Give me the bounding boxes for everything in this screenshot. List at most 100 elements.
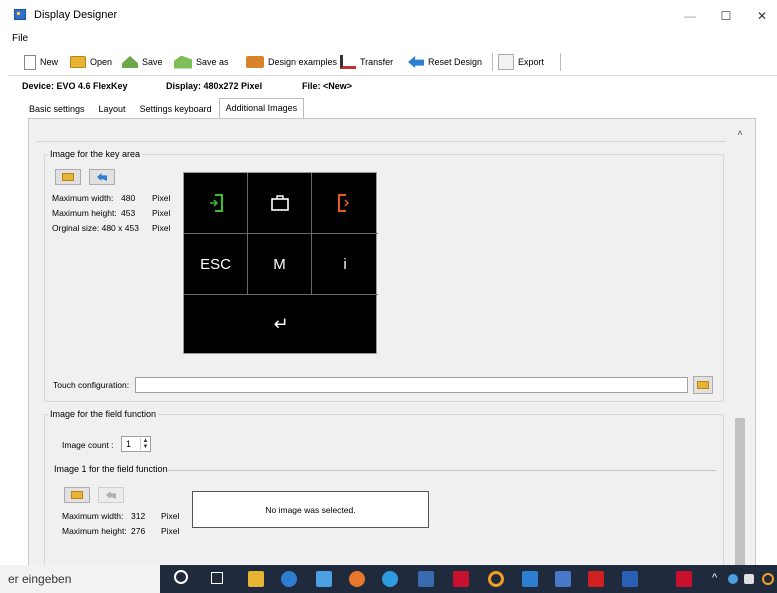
tray-search-icon[interactable]: [762, 573, 774, 585]
menu-bar: File: [8, 30, 777, 48]
edge-icon[interactable]: [281, 571, 297, 587]
device-info-bar: Device: EVO 4.6 FlexKey Display: 480x272…: [8, 78, 777, 94]
file-explorer-icon[interactable]: [248, 571, 264, 587]
field-function-group-title: Image for the field function: [48, 409, 159, 419]
toolbar-separator: [560, 53, 561, 71]
save-button-label: Save: [142, 57, 163, 67]
key-enter: ↵: [273, 313, 289, 334]
field-max-height-unit: Pixel: [161, 526, 180, 536]
export-button[interactable]: Export: [498, 52, 544, 72]
image-count-value: 1: [126, 439, 132, 449]
tray-app-icon[interactable]: [728, 574, 738, 584]
taskbar: er eingeben ^: [0, 565, 777, 593]
toolbar-separator: [492, 53, 493, 71]
export-icon: [498, 54, 514, 70]
field-reset-button[interactable]: [98, 487, 124, 503]
key-m: M: [248, 234, 312, 295]
internet-explorer-icon[interactable]: [382, 571, 398, 587]
key-briefcase: [248, 173, 312, 234]
transfer-button-label: Transfer: [360, 57, 394, 67]
key-area-open-button[interactable]: [55, 169, 81, 185]
logout-icon: [338, 194, 350, 212]
image-count-stepper[interactable]: 1 ▲ ▼: [121, 436, 151, 452]
menu-file[interactable]: File: [12, 33, 28, 44]
design-examples-icon: [246, 56, 264, 68]
toolbar: New Open Save Save as Design examples Tr…: [8, 48, 777, 76]
tab-additional-images[interactable]: Additional Images: [218, 98, 305, 118]
open-button-label: Open: [90, 57, 113, 67]
spin-arrows-icon[interactable]: ▲ ▼: [140, 438, 150, 450]
key-logout: [312, 173, 378, 234]
new-button[interactable]: New: [24, 52, 58, 72]
key-original-size-label: Orginal size: 480 x 453: [52, 223, 139, 233]
field-max-width-label: Maximum width:: [62, 511, 124, 521]
export-button-label: Export: [518, 57, 545, 67]
reset-design-button-label: Reset Design: [428, 57, 483, 67]
tab-settings-keyboard[interactable]: Settings keyboard: [133, 99, 219, 118]
window-title: Display Designer: [34, 9, 118, 21]
save-as-button[interactable]: Save as: [174, 52, 229, 72]
key-info: i: [312, 234, 378, 295]
transfer-icon: [340, 55, 356, 69]
transfer-button[interactable]: Transfer: [340, 52, 393, 72]
vertical-scrollbar[interactable]: ˄: [733, 126, 747, 570]
undo-arrow-icon: [106, 491, 116, 499]
scroll-up-icon[interactable]: ˄: [733, 126, 747, 140]
key-esc: ESC: [184, 234, 248, 295]
touch-config-browse-button[interactable]: [693, 376, 713, 394]
key-max-width-label: Maximum width:: [52, 193, 114, 203]
key-login: [184, 173, 248, 234]
field-max-width-unit: Pixel: [161, 511, 180, 521]
key-max-height-unit: Pixel: [152, 208, 171, 218]
outlook-icon[interactable]: [522, 571, 538, 587]
scroll-thumb[interactable]: [735, 418, 745, 570]
field-image-preview: No image was selected.: [192, 491, 429, 528]
design-examples-button-label: Design examples: [268, 57, 338, 67]
key-max-width-value: 480: [121, 193, 136, 203]
close-button[interactable]: ✕: [744, 5, 777, 27]
field-open-button[interactable]: [64, 487, 90, 503]
taskbar-search-input[interactable]: er eingeben: [0, 565, 160, 593]
word-icon[interactable]: [622, 571, 638, 587]
search-app-icon[interactable]: [488, 571, 504, 587]
image1-group-line: [168, 470, 716, 471]
tray-mail-icon[interactable]: [744, 574, 754, 584]
minimize-button[interactable]: —: [672, 5, 708, 27]
red-app-icon[interactable]: [453, 571, 469, 587]
open-button[interactable]: Open: [70, 52, 112, 72]
reset-design-button[interactable]: Reset Design: [408, 52, 482, 72]
touch-config-input[interactable]: [135, 377, 688, 393]
tray-chevron-icon[interactable]: ^: [712, 572, 717, 584]
new-document-icon: [24, 54, 36, 70]
network-app-icon[interactable]: [316, 571, 332, 587]
acrobat-icon[interactable]: [588, 571, 604, 587]
phone-app-icon[interactable]: [418, 571, 434, 587]
file-label: File: <New>: [302, 81, 353, 91]
display-label: Display: 480x272 Pixel: [166, 81, 263, 91]
undo-arrow-icon: [97, 173, 107, 181]
tab-strip: Basic settings Layout Settings keyboard …: [22, 98, 305, 118]
open-folder-icon: [70, 56, 86, 68]
device-label: Device: EVO 4.6 FlexKey: [22, 81, 128, 91]
design-examples-button[interactable]: Design examples: [246, 52, 337, 72]
key-area-reset-button[interactable]: [89, 169, 115, 185]
firefox-icon[interactable]: [349, 571, 365, 587]
task-view-icon[interactable]: [211, 572, 223, 584]
key-max-width-unit: Pixel: [152, 193, 171, 203]
cortana-icon[interactable]: [174, 570, 188, 584]
tab-layout[interactable]: Layout: [92, 99, 133, 118]
tab-basic-settings[interactable]: Basic settings: [22, 99, 92, 118]
login-icon: [209, 194, 223, 212]
key-max-height-value: 453: [121, 208, 136, 218]
save-as-icon: [174, 55, 192, 69]
maximize-button[interactable]: ☐: [708, 5, 744, 27]
save-button[interactable]: Save: [122, 52, 163, 72]
field-max-height-label: Maximum height:: [62, 526, 127, 536]
reset-arrow-icon: [408, 56, 424, 68]
new-button-label: New: [40, 57, 59, 67]
pinned-app-icon[interactable]: [676, 571, 692, 587]
briefcase-icon: [270, 195, 289, 211]
image1-group-title: Image 1 for the field function: [52, 464, 170, 474]
app-icon: [14, 9, 26, 20]
remote-desktop-icon[interactable]: [555, 571, 571, 587]
